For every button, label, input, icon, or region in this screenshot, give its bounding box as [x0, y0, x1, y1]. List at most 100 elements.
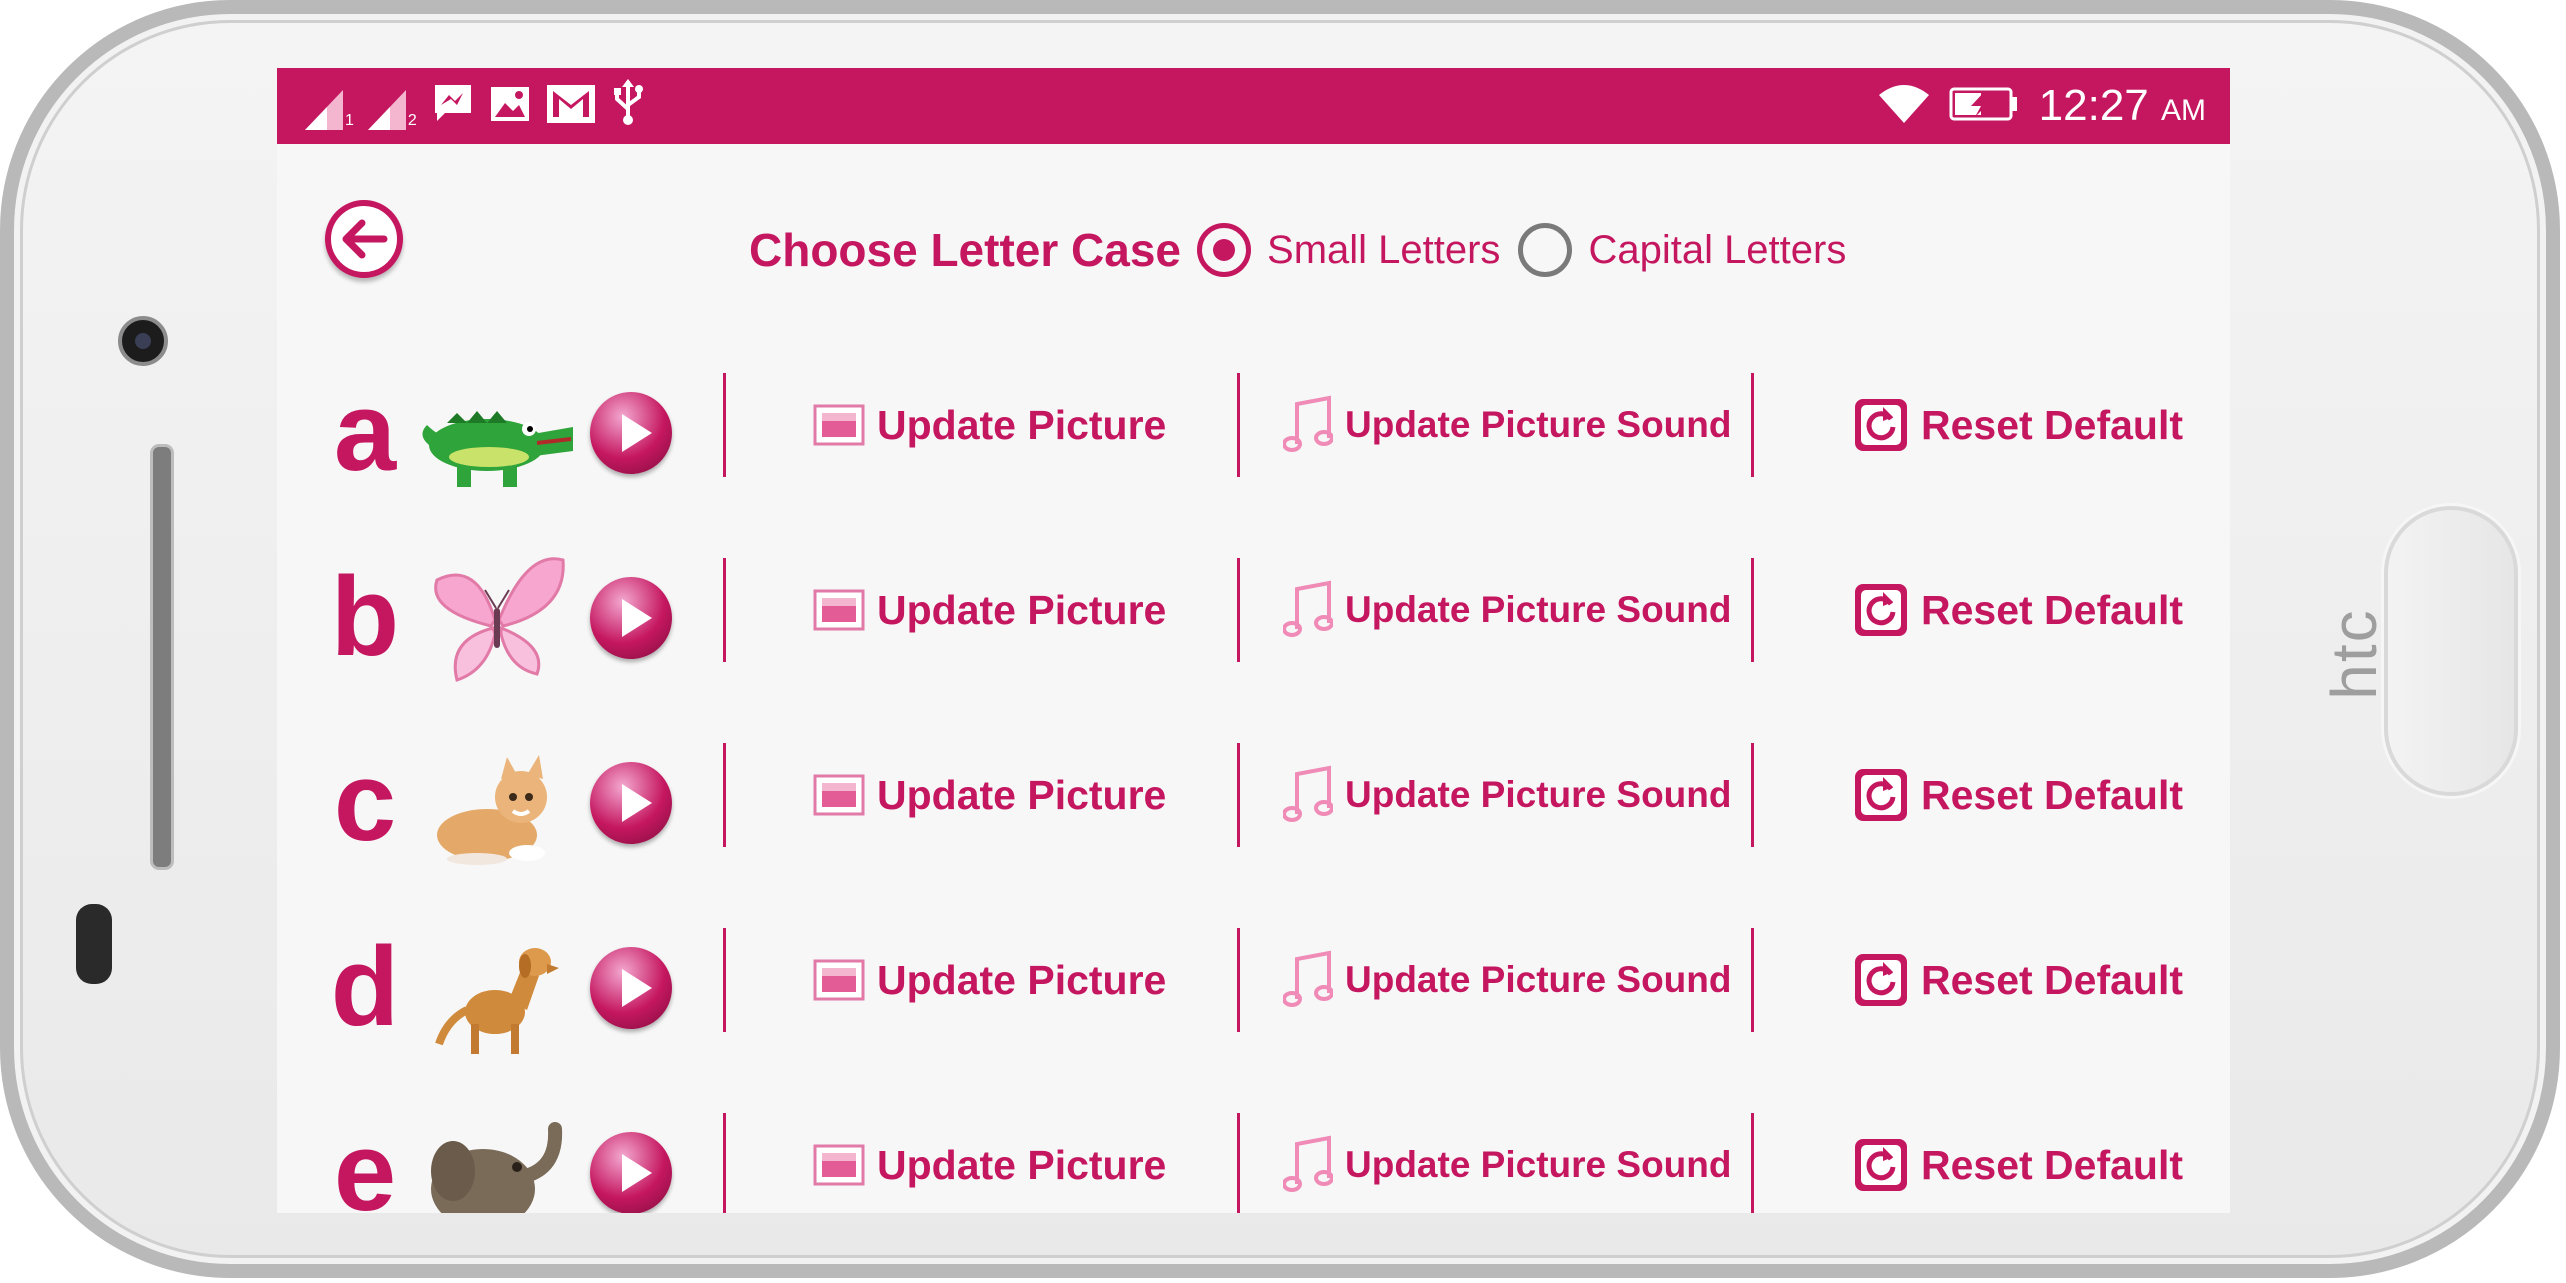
update-picture-button[interactable]: Update Picture	[813, 950, 1166, 1010]
reset-icon	[1855, 399, 1907, 451]
update-picture-button[interactable]: Update Picture	[813, 765, 1166, 825]
divider	[723, 1113, 726, 1213]
reset-default-label: Reset Default	[1921, 401, 2184, 448]
picture-icon	[813, 404, 865, 446]
divider	[723, 743, 726, 847]
clock-ampm: AM	[2161, 94, 2206, 127]
letter-label: a	[333, 369, 397, 494]
reset-default-label: Reset Default	[1921, 1141, 2184, 1188]
front-camera	[118, 316, 168, 366]
music-note-icon	[1283, 580, 1333, 637]
wifi-icon	[1878, 83, 1929, 130]
speaker-slot	[150, 444, 174, 870]
letter-row-b: b Update Picture Update Picture Sound Re…	[277, 550, 2230, 690]
dog-picture	[435, 948, 559, 1054]
divider	[1237, 373, 1240, 477]
battery-charging-icon	[1949, 87, 2019, 126]
reset-icon	[1855, 769, 1907, 821]
reset-default-label: Reset Default	[1921, 771, 2184, 818]
sim1-label: 1	[345, 112, 354, 129]
divider	[1751, 743, 1754, 847]
status-bar: 1 2 12:27 AM	[277, 68, 2230, 144]
home-button[interactable]	[2384, 506, 2518, 796]
reset-default-button[interactable]: Reset Default	[1853, 1135, 2183, 1195]
play-sound-button[interactable]	[590, 577, 672, 659]
letter-label: c	[333, 739, 397, 864]
update-picture-sound-button[interactable]: Update Picture Sound	[1283, 1135, 1731, 1195]
reset-default-label: Reset Default	[1921, 956, 2184, 1003]
divider	[1751, 373, 1754, 477]
play-sound-button[interactable]	[590, 762, 672, 844]
update-picture-sound-button[interactable]: Update Picture Sound	[1283, 580, 1731, 640]
divider	[723, 558, 726, 662]
radio-small-letters[interactable]: Small Letters	[1197, 223, 1500, 277]
update-picture-label: Update Picture	[877, 956, 1167, 1003]
gmail-icon	[545, 83, 597, 130]
radio-capital-letters[interactable]: Capital Letters	[1518, 223, 1846, 277]
update-picture-button[interactable]: Update Picture	[813, 395, 1166, 455]
reset-default-button[interactable]: Reset Default	[1853, 765, 2183, 825]
image-icon	[489, 83, 531, 130]
update-picture-label: Update Picture	[877, 586, 1167, 633]
picture-icon	[813, 959, 865, 1001]
update-picture-sound-button[interactable]: Update Picture Sound	[1283, 765, 1731, 825]
music-note-icon	[1283, 765, 1333, 822]
clock: 12:27 AM	[2039, 81, 2206, 131]
play-sound-button[interactable]	[590, 1132, 672, 1213]
letter-label: e	[333, 1109, 397, 1213]
butterfly-picture	[434, 557, 565, 682]
music-note-icon	[1283, 1135, 1333, 1192]
usb-icon	[611, 79, 645, 130]
letter-label: b	[330, 554, 400, 679]
arrow-left-icon	[342, 219, 388, 259]
update-picture-button[interactable]: Update Picture	[813, 580, 1166, 640]
play-sound-button[interactable]	[590, 392, 672, 474]
reset-default-button[interactable]: Reset Default	[1853, 580, 2183, 640]
reset-icon	[1855, 584, 1907, 636]
update-picture-sound-button[interactable]: Update Picture Sound	[1283, 395, 1731, 455]
letter-row-e: e Update Picture Update Picture Sound Re…	[277, 1105, 2230, 1213]
picture-icon	[813, 589, 865, 631]
update-picture-label: Update Picture	[877, 771, 1167, 818]
signal-icon: 1	[305, 90, 354, 130]
proximity-sensor	[76, 904, 112, 984]
divider	[723, 373, 726, 477]
divider	[1751, 1113, 1754, 1213]
cat-picture	[437, 755, 547, 865]
update-picture-sound-label: Update Picture Sound	[1345, 589, 1732, 630]
sim2-label: 2	[407, 112, 417, 129]
music-note-icon	[1283, 395, 1333, 452]
divider	[1237, 558, 1240, 662]
letter-label: d	[330, 924, 400, 1049]
update-picture-sound-label: Update Picture Sound	[1345, 404, 1732, 445]
update-picture-sound-label: Update Picture Sound	[1345, 774, 1732, 815]
update-picture-label: Update Picture	[877, 401, 1167, 448]
update-picture-sound-label: Update Picture Sound	[1345, 1144, 1732, 1185]
radio-capital-letters-label: Capital Letters	[1588, 227, 1847, 272]
update-picture-button[interactable]: Update Picture	[813, 1135, 1166, 1195]
reset-default-button[interactable]: Reset Default	[1853, 395, 2183, 455]
play-sound-button[interactable]	[590, 947, 672, 1029]
reset-icon	[1855, 1139, 1907, 1191]
update-picture-sound-button[interactable]: Update Picture Sound	[1283, 950, 1731, 1010]
letter-row-c: c Update Picture Update Picture Sound Re…	[277, 735, 2230, 875]
brand-logo: htc	[2318, 608, 2390, 700]
divider	[1751, 558, 1754, 662]
divider	[1237, 743, 1240, 847]
update-picture-sound-label: Update Picture Sound	[1345, 959, 1732, 1000]
music-note-icon	[1283, 950, 1333, 1007]
signal-icon: 2	[367, 90, 417, 130]
letter-case-selector: Choose Letter Case Small Letters Capital…	[749, 218, 1864, 282]
letter-case-title: Choose Letter Case	[749, 224, 1182, 276]
messenger-icon	[431, 81, 475, 130]
picture-icon	[813, 774, 865, 816]
clock-time: 12:27	[2038, 81, 2149, 130]
reset-default-button[interactable]: Reset Default	[1853, 950, 2183, 1010]
update-picture-label: Update Picture	[877, 1141, 1167, 1188]
radio-button-unchecked[interactable]	[1518, 223, 1573, 277]
divider	[1751, 928, 1754, 1032]
back-button[interactable]	[325, 200, 403, 278]
radio-button-checked[interactable]	[1197, 223, 1252, 277]
reset-default-label: Reset Default	[1921, 586, 2184, 633]
divider	[723, 928, 726, 1032]
